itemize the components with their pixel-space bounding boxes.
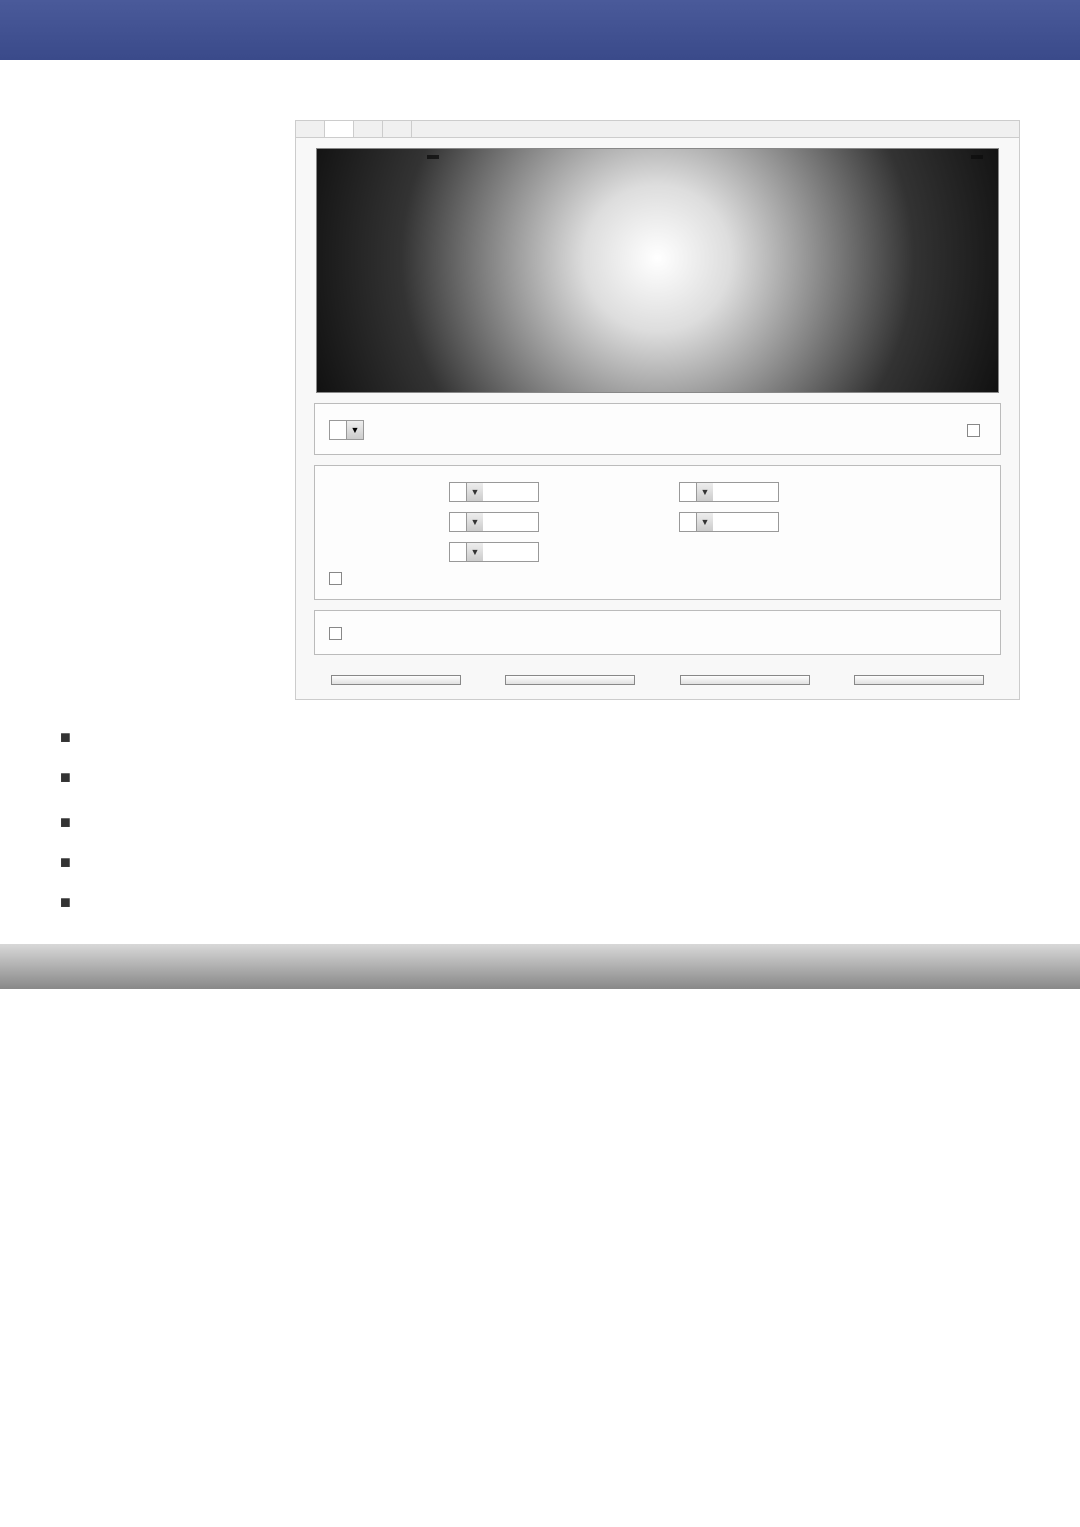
bullet-icon: ■ [60, 850, 71, 874]
chevron-down-icon: ▼ [466, 543, 483, 561]
action-buttons [296, 665, 1019, 699]
page-header [0, 0, 1080, 60]
bullet-icon: ■ [60, 890, 71, 914]
restore-button[interactable] [680, 675, 810, 685]
bullet-icon: ■ [60, 765, 71, 789]
chevron-down-icon: ▼ [696, 483, 713, 501]
white-balance-fieldset: ▼ [314, 403, 1001, 455]
fix-current-value-row[interactable] [967, 424, 986, 437]
tab-general-settings[interactable] [296, 121, 325, 137]
chevron-down-icon: ▼ [346, 421, 363, 439]
chevron-down-icon: ▼ [466, 483, 483, 501]
brightness-select[interactable]: ▼ [449, 482, 539, 502]
white-balance-select[interactable]: ▼ [329, 420, 364, 440]
preview-button[interactable] [505, 675, 635, 685]
chevron-down-icon: ▼ [466, 513, 483, 531]
fix-current-value-checkbox[interactable] [967, 424, 980, 437]
low-light-row[interactable] [329, 572, 986, 585]
bullet-icon: ■ [60, 725, 71, 749]
camera-preview [316, 148, 999, 393]
tabs [296, 121, 1019, 138]
wdr-checkbox[interactable] [329, 627, 342, 640]
preview-timestamp [971, 155, 983, 159]
saturation-select[interactable]: ▼ [679, 482, 779, 502]
left-labels-column [60, 120, 295, 700]
bullet-icon: ■ [60, 810, 71, 834]
ui-container: ▼ ▼ [60, 120, 1020, 700]
low-light-checkbox[interactable] [329, 572, 342, 585]
wdr-enable-row[interactable] [329, 621, 986, 640]
page-footer [0, 944, 1080, 989]
profile-button[interactable] [331, 675, 461, 685]
tab-preference[interactable] [325, 121, 354, 137]
tab-exposure[interactable] [354, 121, 383, 137]
settings-panel: ▼ ▼ [295, 120, 1020, 700]
save-button[interactable] [854, 675, 984, 685]
gamma-select[interactable]: ▼ [449, 542, 539, 562]
contrast-select[interactable]: ▼ [449, 512, 539, 532]
chevron-down-icon: ▼ [696, 513, 713, 531]
tab-privacy-mask[interactable] [383, 121, 412, 137]
sharpness-select[interactable]: ▼ [679, 512, 779, 532]
wdr-fieldset [314, 610, 1001, 655]
preview-protocol-label [427, 155, 439, 159]
image-adjustment-fieldset: ▼ ▼ ▼ ▼ [314, 465, 1001, 600]
page-content: ▼ ▼ [0, 60, 1080, 944]
documentation-text: ■ ■ ■ ■ ■ [60, 725, 1020, 914]
